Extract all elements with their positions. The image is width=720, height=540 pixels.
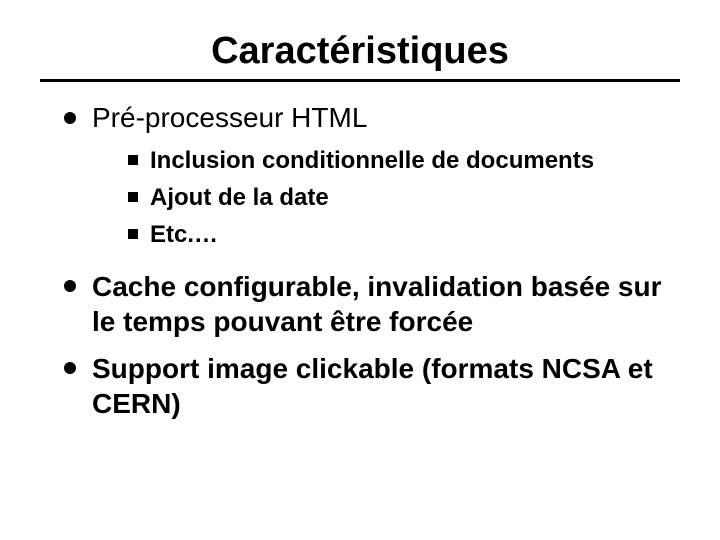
bullet-item: Cache configurable, invalidation basée s… (68, 269, 680, 339)
bullet-item: Support image clickable (formats NCSA et… (68, 351, 680, 421)
slide: Caractéristiques Pré-processeur HTML Inc… (0, 0, 720, 540)
bullet-text: Pré-processeur HTML (92, 102, 367, 133)
bullet-text: Cache configurable, invalidation basée s… (92, 271, 662, 337)
bullet-text: Support image clickable (formats NCSA et… (92, 353, 653, 419)
slide-title: Caractéristiques (40, 30, 680, 73)
sub-bullet-item: Inclusion conditionnelle de documents (130, 145, 680, 176)
sub-bullet-item: Etc.… (130, 219, 680, 250)
sub-bullet-item: Ajout de la date (130, 182, 680, 213)
sub-bullet-list: Inclusion conditionnelle de documents Aj… (92, 145, 680, 251)
bullet-item: Pré-processeur HTML Inclusion conditionn… (68, 100, 680, 251)
bullet-list: Pré-processeur HTML Inclusion conditionn… (40, 100, 680, 421)
title-rule (40, 79, 680, 82)
